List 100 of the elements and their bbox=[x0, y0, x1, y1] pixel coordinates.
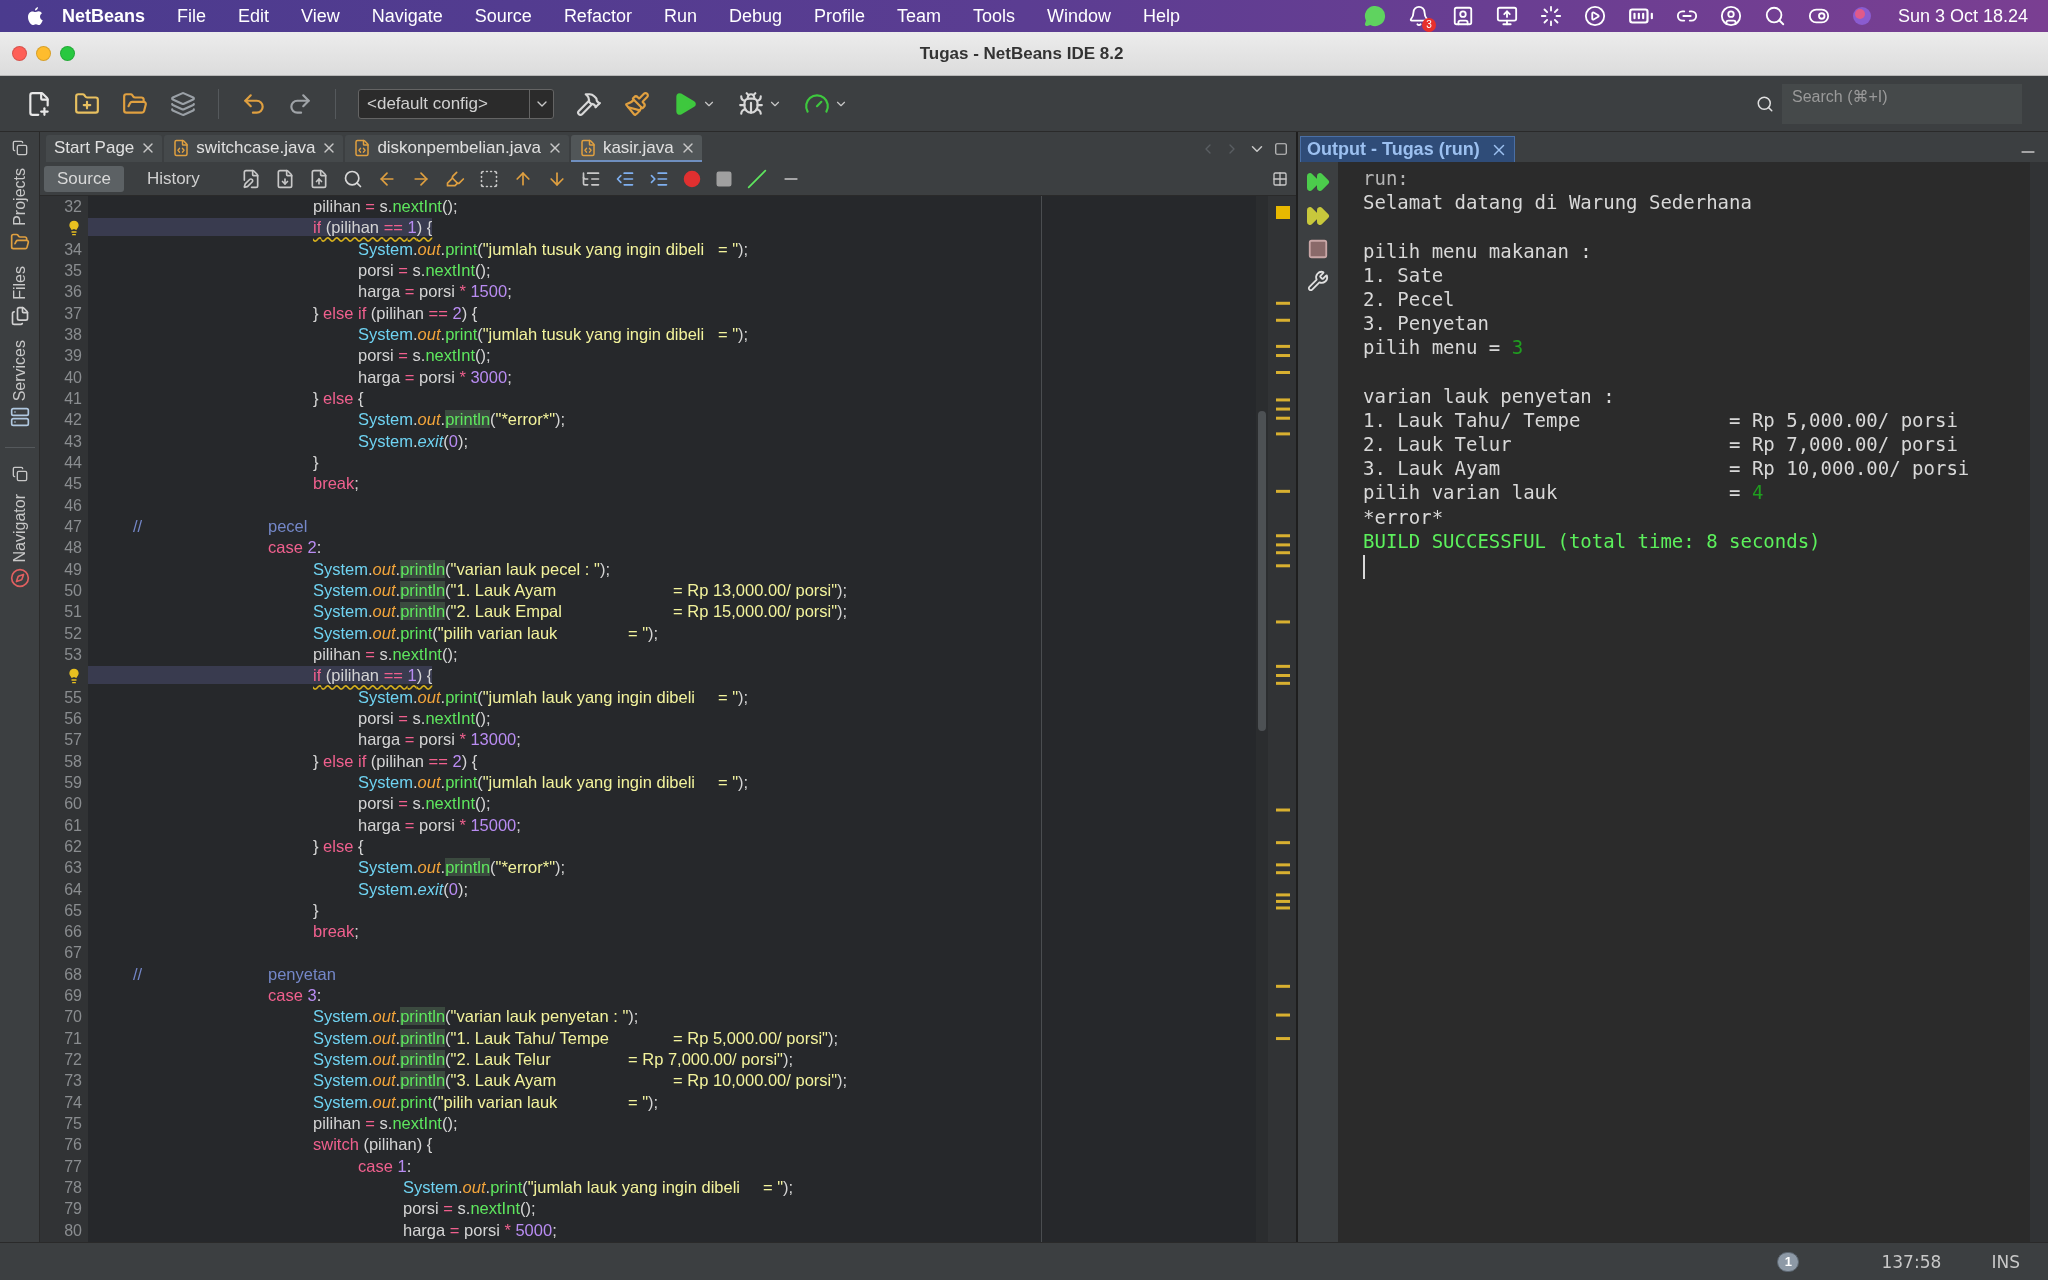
code-line: } else { bbox=[312, 835, 365, 857]
line-number: 61 bbox=[64, 815, 82, 836]
line-number: 39 bbox=[64, 346, 82, 367]
new-folder-icon[interactable] bbox=[74, 90, 100, 117]
menu-item[interactable]: Run bbox=[649, 3, 711, 29]
output-line: varian lauk penyetan : bbox=[1363, 383, 1616, 408]
config-dropdown[interactable]: <default config> bbox=[358, 88, 554, 119]
code-line: System.out.print("jumlah lauk yang ingin dibeli = "); bbox=[357, 686, 750, 708]
line-number: 32 bbox=[64, 197, 82, 217]
new-file-icon[interactable] bbox=[26, 90, 52, 117]
fast-forward-icon[interactable] bbox=[1306, 170, 1330, 194]
menu-item[interactable]: Edit bbox=[224, 3, 284, 29]
file-tab[interactable]: Start Page bbox=[46, 135, 163, 162]
brush-icon[interactable] bbox=[624, 90, 650, 117]
code-line: System.out.println("*error*"); bbox=[357, 857, 567, 879]
line-number: 49 bbox=[64, 559, 82, 580]
line-number: 45 bbox=[64, 474, 82, 495]
code-line: porsi = s.nextInt(); bbox=[402, 1198, 537, 1220]
menu-item[interactable]: File bbox=[163, 3, 221, 29]
line-number: 42 bbox=[64, 410, 82, 431]
code-line: System.out.println("varian lauk penyetan : "); bbox=[312, 1006, 640, 1028]
server-icon bbox=[9, 406, 30, 427]
spinner-icon[interactable] bbox=[1539, 5, 1562, 27]
chat-bubble-icon[interactable] bbox=[1363, 5, 1386, 27]
menu-item[interactable]: Tools bbox=[959, 3, 1030, 29]
code-line: if (pilihan == 1) { bbox=[88, 217, 1256, 239]
wrench-icon[interactable] bbox=[1307, 270, 1329, 292]
line-number: 53 bbox=[64, 644, 82, 665]
line-number: 69 bbox=[64, 986, 82, 1007]
search-icon[interactable] bbox=[1756, 94, 1774, 113]
menu-item[interactable]: Profile bbox=[800, 3, 879, 29]
line-number: 79 bbox=[64, 1199, 82, 1220]
side-tab[interactable]: Services bbox=[9, 337, 30, 429]
dashed-square-icon[interactable] bbox=[478, 168, 499, 189]
code-line: // penyetan bbox=[132, 963, 337, 985]
search-icon[interactable] bbox=[342, 168, 363, 189]
lightbulb-icon bbox=[66, 220, 82, 236]
line-number: 72 bbox=[64, 1050, 82, 1071]
menu-item[interactable]: Help bbox=[1129, 3, 1195, 29]
menu-item[interactable]: Refactor bbox=[549, 3, 646, 29]
menu-item[interactable]: Source bbox=[460, 3, 546, 29]
menu-item[interactable]: Navigate bbox=[357, 3, 457, 29]
close-window-button[interactable] bbox=[12, 46, 27, 61]
bug-icon[interactable] bbox=[738, 90, 764, 117]
code-line: break; bbox=[312, 921, 360, 943]
output-tab[interactable]: Output - Tugas (run) bbox=[1300, 136, 1515, 162]
code-line: porsi = s.nextInt(); bbox=[357, 793, 492, 815]
output-line: 2. Pecel bbox=[1363, 286, 1456, 312]
open-folder-icon[interactable] bbox=[122, 90, 148, 117]
menu-item[interactable]: View bbox=[287, 3, 354, 29]
line-number: 58 bbox=[64, 751, 82, 772]
line-number: 51 bbox=[64, 602, 82, 623]
code-line: System.out.print("pilih varian lauk = "); bbox=[312, 622, 660, 644]
menu-item[interactable]: Team bbox=[883, 3, 956, 29]
side-tab[interactable]: Files bbox=[9, 263, 30, 328]
code-line: // pecel bbox=[132, 515, 309, 537]
overlapping-squares-icon[interactable] bbox=[11, 140, 28, 156]
overlapping-squares-icon[interactable] bbox=[11, 465, 28, 482]
logo-icon[interactable] bbox=[26, 5, 44, 27]
app-menu[interactable]: NetBeans bbox=[48, 3, 160, 29]
file-tab[interactable]: diskonpembelian.java bbox=[345, 135, 569, 162]
grid-icon[interactable] bbox=[1272, 170, 1288, 187]
code-line: System.out.println("3. Lauk Ayam = Rp 10,000.00/ porsi"); bbox=[312, 1070, 849, 1092]
fast-forward-icon[interactable] bbox=[1306, 204, 1330, 228]
file-tab[interactable]: kasir.java bbox=[570, 135, 702, 162]
play-circle-icon[interactable] bbox=[1583, 5, 1606, 27]
line-number: 55 bbox=[64, 687, 82, 708]
code-line: System.out.print("jumlah lauk yang ingin dibeli = "); bbox=[402, 1177, 795, 1199]
stop-icon[interactable] bbox=[714, 169, 733, 188]
menu-item[interactable]: Debug bbox=[714, 3, 796, 29]
code-line: harga = porsi * 5000; bbox=[402, 1219, 558, 1241]
app-square-icon[interactable] bbox=[1451, 5, 1474, 27]
side-tab[interactable]: Navigator bbox=[9, 491, 30, 591]
line-number: 77 bbox=[64, 1156, 82, 1177]
display-icon[interactable] bbox=[1495, 5, 1518, 27]
file-tab[interactable]: switchcase.java bbox=[164, 135, 344, 162]
view-tab[interactable]: Source bbox=[44, 165, 124, 192]
side-tab[interactable]: Projects bbox=[9, 166, 30, 254]
code-line: System.out.print("pilih varian lauk = "); bbox=[312, 1091, 660, 1113]
menu-item[interactable]: Window bbox=[1033, 3, 1126, 29]
stop-icon[interactable] bbox=[1307, 238, 1329, 260]
window-icon[interactable] bbox=[1274, 142, 1288, 156]
code-line: case 1: bbox=[357, 1155, 413, 1177]
line-number: 43 bbox=[64, 431, 82, 452]
code-line: harga = porsi * 3000; bbox=[357, 366, 513, 388]
menu-bar-clock[interactable]: Sun 3 Oct 18.24 bbox=[1897, 5, 2028, 27]
slash-icon[interactable] bbox=[746, 168, 767, 189]
bell-icon[interactable] bbox=[1407, 5, 1430, 27]
highlighter-icon[interactable] bbox=[444, 168, 465, 189]
search-icon[interactable] bbox=[1763, 5, 1786, 27]
line-number: 63 bbox=[64, 858, 82, 879]
line-number: 36 bbox=[64, 282, 82, 303]
hammer-icon[interactable] bbox=[576, 90, 602, 117]
line-number: 73 bbox=[64, 1071, 82, 1092]
search-field[interactable]: Search (⌘+I) bbox=[1782, 83, 2022, 124]
user-icon[interactable] bbox=[1719, 5, 1742, 27]
view-tab[interactable]: History bbox=[133, 165, 213, 192]
line-number: 66 bbox=[64, 922, 82, 943]
stacked-pages-icon[interactable] bbox=[170, 90, 196, 117]
scrollbar-thumb[interactable] bbox=[1258, 411, 1266, 731]
